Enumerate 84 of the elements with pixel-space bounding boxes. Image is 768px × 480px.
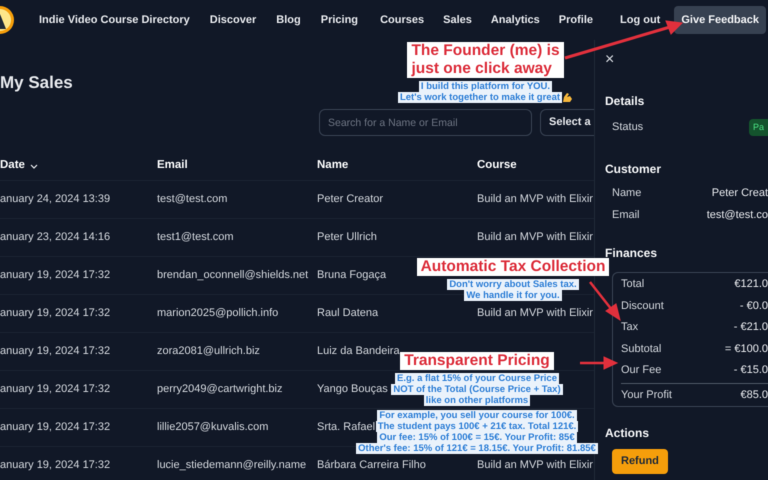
nav-link[interactable]: Sales bbox=[443, 12, 472, 28]
table-cell-text: zora2081@ullrich.biz bbox=[157, 344, 260, 360]
field-label: Email bbox=[612, 208, 640, 222]
table-cell-text: lucie_stiedemann@reilly.name bbox=[157, 458, 306, 474]
nav-link[interactable]: Courses bbox=[380, 12, 424, 28]
field-label: Discount bbox=[621, 300, 664, 313]
annotation-text: NOT of the Total (Course Price + Tax) bbox=[391, 384, 563, 395]
status-badge: Pa bbox=[748, 119, 768, 136]
table-cell-text: Bruna Fogaça bbox=[317, 268, 386, 284]
field-value: €85.0 bbox=[740, 389, 768, 402]
table-cell-text: Build an MVP with Elixir bbox=[477, 458, 593, 474]
annotation-text: We handle it for you. bbox=[464, 290, 562, 301]
annotation-text: I build this platform for YOU. bbox=[418, 81, 552, 92]
table-cell-text: Peter Ullrich bbox=[317, 230, 377, 246]
section-heading: Finances bbox=[605, 246, 658, 260]
search-field[interactable]: Search for a Name or Email bbox=[319, 109, 532, 136]
field-value: €121.0 bbox=[734, 278, 768, 292]
table-cell-text: Build an MVP with Elixir bbox=[477, 192, 593, 208]
field-label: Total bbox=[621, 278, 644, 292]
table-cell-text: anuary 19, 2024 17:32 bbox=[0, 306, 110, 322]
annotation-text: like on other platforms bbox=[424, 395, 530, 406]
column-header: Name bbox=[317, 158, 348, 174]
annotation-text: The student pays 100€ + 21€ tax. Total 121€. bbox=[376, 421, 578, 432]
table-cell-text: anuary 19, 2024 17:32 bbox=[0, 458, 110, 474]
annotation-text: For example, you sell your course for 100€. bbox=[377, 410, 577, 421]
field-label: Status bbox=[612, 121, 644, 134]
annotation-text: Other's fee: 15% of 121€ = 18.15€. Your Profit: 81.85€ bbox=[356, 443, 598, 454]
annotation-text: Don't worry about Sales tax. bbox=[447, 279, 579, 290]
table-cell-text: Peter Creator bbox=[317, 192, 384, 208]
table-cell-text: marion2025@pollich.info bbox=[157, 306, 278, 322]
nav-link[interactable]: Blog bbox=[276, 12, 301, 28]
section-heading: Customer bbox=[605, 162, 662, 177]
nav-link[interactable]: Pricing bbox=[320, 12, 358, 28]
field-label: Our Fee bbox=[621, 364, 662, 378]
table-cell-text: Build an MVP with Elixir bbox=[477, 230, 593, 246]
nav-link[interactable]: Discover bbox=[210, 12, 256, 28]
column-header: Email bbox=[157, 158, 188, 174]
table-cell-text: anuary 23, 2024 14:16 bbox=[0, 230, 110, 246]
page-title: My Sales bbox=[0, 73, 73, 93]
nav-link[interactable]: Profile bbox=[558, 12, 594, 28]
table-cell-text: Build an MVP with Elixir bbox=[477, 306, 593, 322]
table-cell-text: Luiz da Bandeira bbox=[317, 344, 400, 360]
table-cell-text: anuary 24, 2024 13:39 bbox=[0, 192, 110, 208]
annotation-text: Our fee: 15% of 100€ = 15€. Your Profit: 85€ bbox=[377, 432, 577, 443]
table-cell-text: anuary 19, 2024 17:32 bbox=[0, 420, 110, 436]
column-header[interactable]: Date bbox=[0, 157, 25, 175]
table-cell-text: Srta. Rafael bbox=[317, 420, 376, 436]
table-cell-text: Bárbara Carreira Filho bbox=[317, 458, 426, 474]
table-cell-text: perry2049@cartwright.biz bbox=[157, 382, 282, 398]
table-cell-text: anuary 19, 2024 17:32 bbox=[0, 344, 110, 360]
field-value: Peter Creat bbox=[712, 186, 768, 200]
field-label: Name bbox=[612, 186, 642, 200]
field-label: Subtotal bbox=[621, 342, 662, 356]
table-cell-text: Raul Datena bbox=[317, 306, 378, 322]
column-header: Course bbox=[477, 158, 517, 174]
field-label: Your Profit bbox=[621, 389, 672, 402]
field-value: test@test.co bbox=[706, 208, 768, 222]
annotation-title: The Founder (me) is just one click away bbox=[407, 42, 564, 78]
brand-link[interactable]: Indie Video Course Directory bbox=[39, 12, 190, 28]
annotation-text: E.g. a flat 15% of your Course Price bbox=[395, 373, 559, 384]
annotation-text: Let's work together to make it great bbox=[398, 92, 562, 103]
table-cell-text: test1@test.com bbox=[157, 230, 234, 246]
table-cell-text: brendan_oconnell@shields.net bbox=[157, 268, 308, 284]
field-value: - €21.0 bbox=[734, 321, 768, 334]
section-heading: Details bbox=[605, 94, 646, 108]
table-cell-text: lillie2057@kuvalis.com bbox=[157, 420, 268, 436]
table-cell-text: Yango Bouças bbox=[317, 382, 388, 398]
field-value: = €100.0 bbox=[724, 342, 768, 356]
refund-button[interactable]: Refund bbox=[612, 448, 668, 474]
table-cell-text: anuary 19, 2024 17:32 bbox=[0, 382, 110, 398]
field-value: - €15.0 bbox=[734, 364, 768, 378]
section-heading: Actions bbox=[605, 426, 650, 441]
nav-link[interactable]: Analytics bbox=[490, 12, 540, 28]
field-label: Tax bbox=[621, 321, 638, 334]
feedback-button[interactable]: Give Feedback bbox=[674, 6, 766, 34]
close-button[interactable]: × bbox=[605, 52, 614, 68]
annotation-title: Transparent Pricing bbox=[400, 352, 554, 370]
chevron-down-icon[interactable] bbox=[30, 164, 38, 168]
arrow bbox=[580, 356, 618, 370]
table-cell-text: anuary 19, 2024 17:32 bbox=[0, 268, 110, 284]
field-value: - €0.0 bbox=[740, 300, 768, 313]
annotation-title: Automatic Tax Collection bbox=[416, 258, 610, 276]
logout-link[interactable]: Log out bbox=[620, 12, 660, 28]
table-cell-text: test@test.com bbox=[157, 192, 228, 208]
